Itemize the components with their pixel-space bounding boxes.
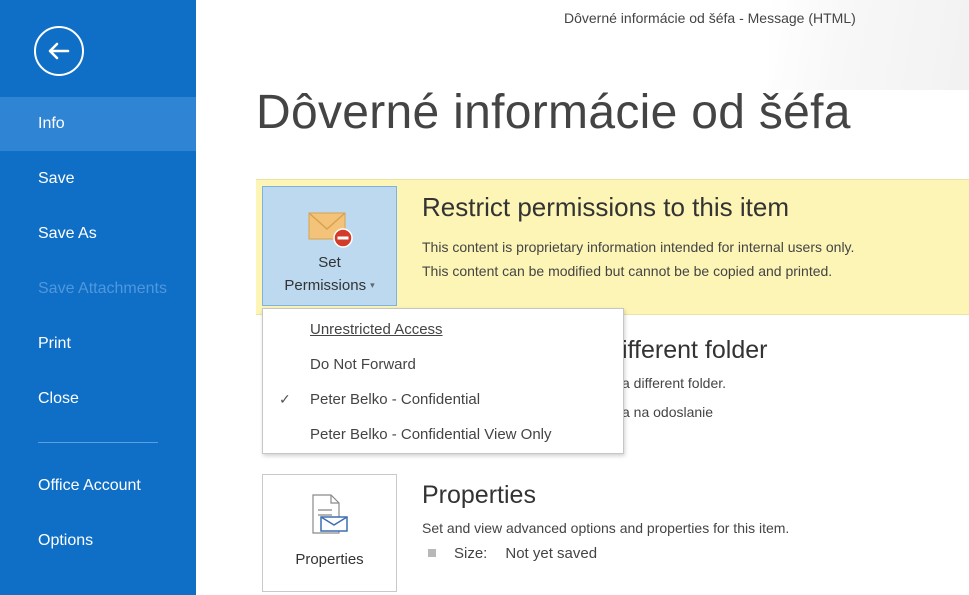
permissions-line2: This content can be modified but cannot … (422, 263, 833, 279)
sidebar-divider (38, 442, 158, 443)
menu-item-do-not-forward[interactable]: Do Not Forward (263, 347, 623, 382)
set-permissions-button[interactable]: Set Permissions ▾ (262, 186, 397, 306)
sidebar-item-office-account[interactable]: Office Account (0, 459, 196, 513)
size-label: Size: (454, 545, 488, 562)
permissions-line1: This content is proprietary information … (422, 239, 855, 255)
size-value: Not yet saved (505, 545, 598, 562)
sidebar-item-save-attachments: Save Attachments (38, 280, 167, 297)
set-permissions-line2: Permissions ▾ (284, 277, 375, 294)
menu-item-label: Do Not Forward (310, 356, 416, 373)
checkmark-icon: ✓ (279, 391, 291, 407)
properties-button-label: Properties (295, 551, 364, 568)
back-arrow-icon (48, 42, 70, 60)
sidebar-item-options[interactable]: Options (0, 514, 196, 568)
window-title: Dôverné informácie od šéfa - Message (HT… (564, 10, 856, 26)
document-properties-icon (312, 494, 348, 534)
properties-description: Set and view advanced options and proper… (422, 520, 790, 536)
set-permissions-label: Set Permissions ▾ (263, 251, 396, 297)
sidebar-item-print[interactable]: Print (0, 317, 196, 371)
move-line1: a different folder. (622, 375, 727, 391)
menu-item-unrestricted-access[interactable]: Unrestricted Access (263, 312, 623, 347)
backstage-sidebar: Info Save Save As Save Attachments Print… (0, 0, 196, 595)
menu-item-confidential[interactable]: ✓ Peter Belko - Confidential (263, 382, 623, 417)
bullet-icon (428, 549, 436, 557)
menu-item-confidential-view-only[interactable]: Peter Belko - Confidential View Only (263, 417, 623, 452)
move-line2: a na odoslanie (622, 404, 714, 420)
permissions-heading: Restrict permissions to this item (422, 192, 789, 222)
sidebar-item-close[interactable]: Close (0, 372, 196, 426)
permissions-dropdown-menu: Unrestricted Access Do Not Forward ✓ Pet… (262, 308, 624, 454)
move-heading: ifferent folder (622, 336, 768, 364)
menu-item-label: Peter Belko - Confidential View Only (310, 426, 552, 443)
dropdown-caret-icon: ▾ (370, 280, 375, 290)
menu-item-label: Peter Belko - Confidential (310, 391, 481, 408)
menu-item-label: Unrestricted Access (310, 321, 443, 338)
properties-heading: Properties (422, 481, 536, 509)
sidebar-item-save-as[interactable]: Save As (0, 207, 196, 261)
size-row: Size: Not yet saved (428, 545, 597, 562)
set-permissions-line1: Set (318, 254, 341, 271)
page-title: Dôverné informácie od šéfa (256, 86, 851, 139)
envelope-restricted-icon (308, 212, 353, 248)
sidebar-item-info[interactable]: Info (0, 97, 196, 151)
properties-button[interactable]: Properties (262, 474, 397, 592)
sidebar-item-save[interactable]: Save (0, 152, 196, 206)
back-button[interactable] (34, 26, 84, 76)
